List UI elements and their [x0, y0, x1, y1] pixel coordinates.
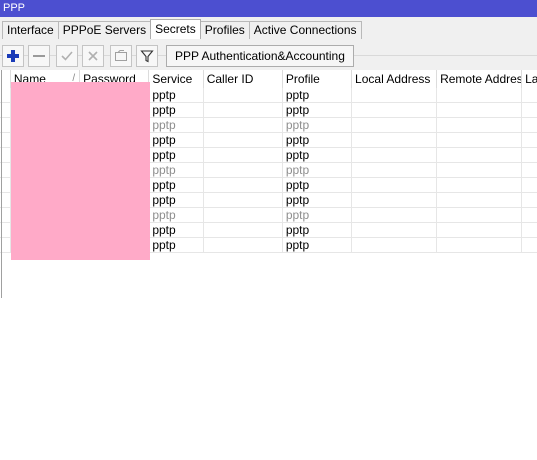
profile-cell: pptp	[283, 133, 353, 148]
comment-icon	[115, 50, 127, 61]
profile-cell: pptp	[283, 148, 353, 163]
profile-cell: pptp	[283, 163, 353, 178]
service-cell: pptp	[149, 103, 204, 118]
comment-button[interactable]	[110, 45, 132, 67]
filter-icon	[140, 50, 154, 63]
remove-button[interactable]	[28, 45, 50, 67]
profile-cell: pptp	[283, 88, 353, 103]
service-cell: pptp	[149, 133, 204, 148]
service-cell: pptp	[149, 178, 204, 193]
service-cell: pptp	[149, 88, 204, 103]
profile-cell: pptp	[283, 208, 353, 223]
ppp-authentication-accounting-button[interactable]: PPP Authentication&Accounting	[166, 45, 354, 67]
window-chrome: Interface PPPoE Servers Secrets Profiles…	[0, 17, 537, 70]
service-cell: pptp	[149, 118, 204, 133]
toolbar: PPP Authentication&Accounting	[2, 44, 354, 68]
window-title: PPP	[0, 0, 537, 17]
add-button[interactable]	[2, 45, 24, 67]
service-cell: pptp	[149, 193, 204, 208]
header-last[interactable]: La	[522, 70, 537, 88]
redaction-block	[11, 82, 150, 260]
remove-icon	[33, 55, 45, 57]
tab-pppoe-servers[interactable]: PPPoE Servers	[57, 21, 152, 39]
disable-button[interactable]	[82, 45, 104, 67]
profile-cell: pptp	[283, 103, 353, 118]
filter-button[interactable]	[136, 45, 158, 67]
service-cell: pptp	[149, 163, 204, 178]
tab-secrets[interactable]: Secrets	[150, 19, 201, 39]
enable-icon	[61, 51, 73, 61]
header-profile[interactable]: Profile	[282, 70, 353, 88]
profile-cell: pptp	[283, 193, 353, 208]
left-border	[1, 70, 2, 298]
profile-cell: pptp	[283, 178, 353, 193]
tab-active-connections[interactable]: Active Connections	[248, 21, 362, 39]
service-cell: pptp	[149, 238, 204, 253]
tab-interface[interactable]: Interface	[2, 21, 59, 39]
tab-profiles[interactable]: Profiles	[199, 21, 250, 39]
header-caller-id[interactable]: Caller ID	[203, 70, 283, 88]
tab-bar: Interface PPPoE Servers Secrets Profiles…	[2, 19, 362, 39]
add-icon	[7, 50, 19, 62]
service-cell: pptp	[149, 148, 204, 163]
secrets-table: Name / Password Service Caller ID Profil…	[0, 70, 537, 460]
header-local-address[interactable]: Local Address	[352, 70, 438, 88]
service-cell: pptp	[149, 223, 204, 238]
disable-icon	[88, 51, 98, 61]
header-remote-address[interactable]: Remote Address	[437, 70, 523, 88]
profile-cell: pptp	[283, 238, 353, 253]
profile-cell: pptp	[283, 223, 353, 238]
enable-button[interactable]	[56, 45, 78, 67]
profile-cell: pptp	[283, 118, 353, 133]
header-service[interactable]: Service	[149, 70, 204, 88]
service-cell: pptp	[149, 208, 204, 223]
